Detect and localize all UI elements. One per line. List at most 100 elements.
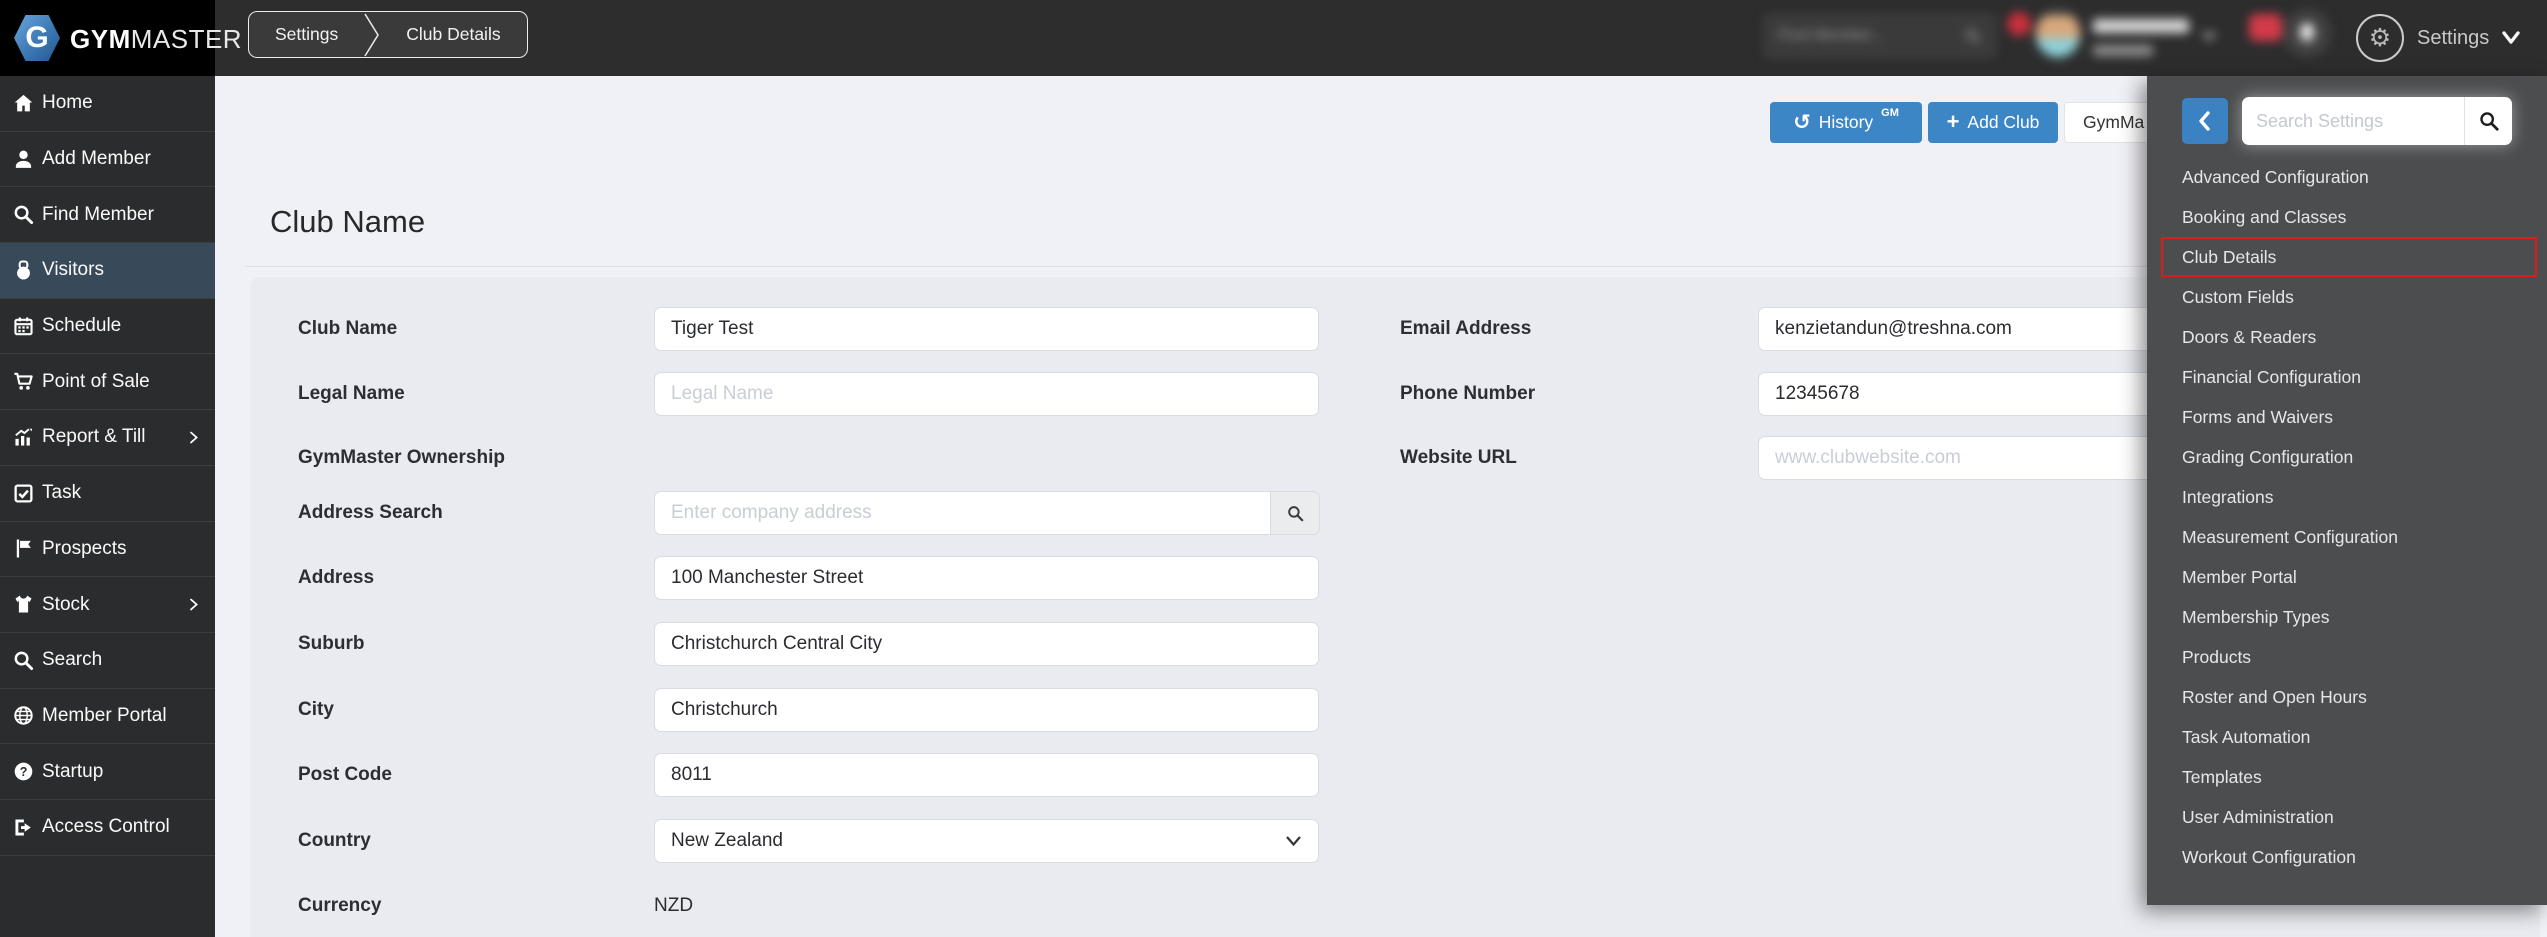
sidebar-item-stock[interactable]: Stock: [0, 577, 215, 633]
breadcrumb-separator-icon: [364, 12, 380, 57]
field-label-legal-name: Legal Name: [298, 372, 648, 416]
field-label-address: Address: [298, 556, 648, 600]
sidebar-item-label: Stock: [42, 594, 90, 616]
kettlebell-icon: [11, 258, 35, 282]
settings-search-input[interactable]: [2242, 97, 2464, 145]
address-search-search-button[interactable]: [1271, 491, 1320, 535]
settings-search-button[interactable]: [2464, 97, 2512, 145]
settings-item-forms-and-waivers[interactable]: Forms and Waivers: [2147, 397, 2547, 437]
settings-menu-label: Settings: [2417, 27, 2489, 50]
country-select[interactable]: New Zealand: [654, 819, 1319, 863]
history-button[interactable]: ↺ History GM: [1770, 102, 1922, 143]
sidebar-item-member-portal[interactable]: Member Portal: [0, 689, 215, 745]
field-label-post-code: Post Code: [298, 753, 648, 797]
check-square-icon: [11, 481, 35, 505]
post-code-input[interactable]: [654, 753, 1319, 797]
sidebar-item-label: Schedule: [42, 315, 121, 337]
settings-item-club-details[interactable]: Club Details: [2161, 237, 2537, 277]
collapse-panel-button[interactable]: [2182, 98, 2228, 144]
settings-menu-button[interactable]: ⚙ Settings: [2356, 0, 2520, 76]
sign-out-icon: [11, 815, 35, 839]
svg-text:?: ?: [19, 765, 27, 779]
settings-item-user-administration[interactable]: User Administration: [2147, 797, 2547, 837]
breadcrumb-item-club-details[interactable]: Club Details: [380, 12, 526, 57]
city-input[interactable]: [654, 688, 1319, 732]
sidebar-item-label: Report & Till: [42, 426, 145, 448]
user-role-blurred: [2093, 45, 2153, 56]
field-label-city: City: [298, 688, 648, 732]
sidebar-item-task[interactable]: Task: [0, 466, 215, 522]
club-name-input[interactable]: [654, 307, 1319, 351]
chevron-down-icon: [1285, 835, 1302, 847]
settings-item-doors-readers[interactable]: Doors & Readers: [2147, 317, 2547, 357]
field-label-suburb: Suburb: [298, 622, 648, 666]
settings-item-workout-configuration[interactable]: Workout Configuration: [2147, 837, 2547, 877]
country-selected-value: New Zealand: [671, 830, 783, 852]
user-name-blurred: [2093, 19, 2189, 33]
sidebar-item-label: Add Member: [42, 148, 151, 170]
field-label-gymmaster-ownership: GymMaster Ownership: [298, 436, 648, 480]
settings-item-grading-configuration[interactable]: Grading Configuration: [2147, 437, 2547, 477]
shirt-icon: [11, 593, 35, 617]
search-icon: [1964, 27, 1982, 45]
cart-icon: [11, 370, 35, 394]
notification-badge: [2249, 14, 2282, 41]
brand-name: GYMMASTER: [70, 24, 242, 55]
user-avatar[interactable]: [2033, 8, 2083, 60]
settings-item-integrations[interactable]: Integrations: [2147, 477, 2547, 517]
chevron-down-icon: [2502, 31, 2520, 45]
find-member-input[interactable]: Find Member...: [1765, 15, 1995, 57]
sidebar-item-search[interactable]: Search: [0, 633, 215, 689]
suburb-input[interactable]: [654, 622, 1319, 666]
settings-item-measurement-configuration[interactable]: Measurement Configuration: [2147, 517, 2547, 557]
add-club-button[interactable]: + Add Club: [1928, 102, 2058, 143]
field-label-address-search: Address Search: [298, 491, 648, 535]
sidebar-item-access-control[interactable]: Access Control: [0, 800, 215, 856]
settings-item-advanced-configuration[interactable]: Advanced Configuration: [2147, 157, 2547, 197]
sidebar-item-report-till[interactable]: Report & Till: [0, 410, 215, 466]
sidebar-item-add-member[interactable]: Add Member: [0, 132, 215, 188]
settings-item-membership-types[interactable]: Membership Types: [2147, 597, 2547, 637]
field-label-website-url: Website URL: [1400, 436, 1750, 480]
settings-item-booking-and-classes[interactable]: Booking and Classes: [2147, 197, 2547, 237]
sidebar-item-point-of-sale[interactable]: Point of Sale: [0, 354, 215, 410]
sidebar-item-prospects[interactable]: Prospects: [0, 522, 215, 578]
sidebar-item-schedule[interactable]: Schedule: [0, 299, 215, 355]
settings-item-task-automation[interactable]: Task Automation: [2147, 717, 2547, 757]
bell-icon[interactable]: [2283, 9, 2331, 57]
sidebar-item-home[interactable]: Home: [0, 76, 215, 132]
address-input[interactable]: [654, 556, 1319, 600]
sidebar-item-label: Access Control: [42, 816, 170, 838]
address-search-input[interactable]: [654, 491, 1271, 535]
settings-item-financial-configuration[interactable]: Financial Configuration: [2147, 357, 2547, 397]
legal-name-input[interactable]: [654, 372, 1319, 416]
calendar-icon: [11, 314, 35, 338]
settings-item-templates[interactable]: Templates: [2147, 757, 2547, 797]
home-icon: [11, 91, 35, 115]
logo-hexagon-icon: G: [14, 14, 60, 62]
settings-item-member-portal[interactable]: Member Portal: [2147, 557, 2547, 597]
settings-item-products[interactable]: Products: [2147, 637, 2547, 677]
find-member-placeholder: Find Member...: [1778, 27, 1964, 45]
chart-icon: [11, 425, 35, 449]
sidebar-item-startup[interactable]: ?Startup: [0, 744, 215, 800]
top-bar: G GYMMASTER Settings Club Details Find M…: [0, 0, 2547, 76]
search-icon: [11, 648, 35, 672]
sidebar-item-label: Home: [42, 92, 93, 114]
field-label-email-address: Email Address: [1400, 307, 1750, 351]
settings-panel: Advanced ConfigurationBooking and Classe…: [2147, 76, 2547, 905]
settings-item-custom-fields[interactable]: Custom Fields: [2147, 277, 2547, 317]
chevron-down-icon[interactable]: [2201, 29, 2217, 47]
app-logo[interactable]: G GYMMASTER: [0, 0, 215, 76]
gear-icon: ⚙: [2356, 14, 2404, 62]
sidebar-item-find-member[interactable]: Find Member: [0, 187, 215, 243]
search-icon: [1286, 504, 1305, 523]
breadcrumb-item-settings[interactable]: Settings: [249, 12, 364, 57]
sidebar-item-visitors[interactable]: Visitors: [0, 243, 215, 299]
field-label-country: Country: [298, 819, 648, 863]
settings-item-roster-and-open-hours[interactable]: Roster and Open Hours: [2147, 677, 2547, 717]
plus-icon: +: [1947, 111, 1960, 133]
chevron-right-icon: [186, 597, 201, 612]
currency-value: NZD: [654, 884, 693, 928]
sidebar-item-label: Find Member: [42, 204, 154, 226]
